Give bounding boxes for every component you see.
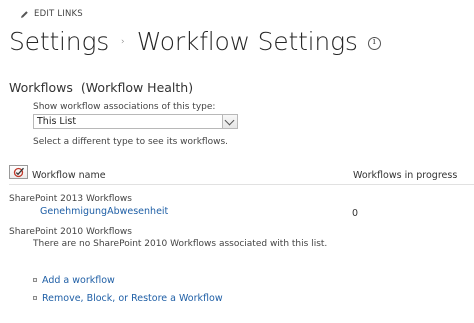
breadcrumb-settings-link[interactable]: Settings — [9, 27, 109, 56]
column-header-workflow-name[interactable]: Workflow name — [32, 170, 106, 181]
group-heading-sharepoint-2013: SharePoint 2013 Workflows — [9, 194, 132, 204]
empty-workflows-message: There are no SharePoint 2010 Workflows a… — [33, 239, 328, 249]
add-workflow-link[interactable]: Add a workflow — [42, 275, 115, 286]
workflow-link[interactable]: GenehmigungAbwesenheit — [40, 206, 168, 217]
info-icon[interactable] — [367, 37, 381, 50]
section-subtitle-link[interactable]: (Workflow Health) — [81, 80, 193, 95]
section-title-text: Workflows — [9, 80, 73, 95]
association-select-value: This List — [37, 116, 77, 127]
pencil-icon — [20, 10, 28, 18]
remove-block-restore-action[interactable]: Remove, Block, or Restore a Workflow — [33, 293, 223, 304]
checkmark-icon — [13, 167, 24, 178]
breadcrumb-separator-icon: › — [121, 36, 125, 47]
workflows-in-progress-count: 0 — [352, 208, 359, 219]
breadcrumb: Settings › Workflow Settings — [9, 27, 381, 56]
association-select-label: Show workflow associations of this type: — [33, 102, 216, 112]
header-divider — [9, 184, 474, 185]
page-title: Workflow Settings — [136, 27, 358, 56]
association-type-select[interactable]: This List — [33, 114, 238, 129]
add-workflow-action[interactable]: Add a workflow — [33, 275, 115, 286]
group-heading-sharepoint-2010: SharePoint 2010 Workflows — [9, 227, 132, 237]
bullet-icon — [33, 277, 37, 282]
bullet-icon — [33, 295, 37, 300]
chevron-down-icon[interactable] — [222, 115, 237, 128]
edit-links-label: EDIT LINKS — [34, 9, 83, 19]
remove-block-restore-link[interactable]: Remove, Block, or Restore a Workflow — [42, 293, 223, 304]
column-header-workflows-in-progress[interactable]: Workflows in progress — [353, 170, 457, 181]
select-all-checkbox[interactable] — [9, 165, 28, 179]
section-title: Workflows (Workflow Health) — [9, 80, 193, 95]
association-select-help: Select a different type to see its workf… — [33, 137, 229, 147]
edit-links[interactable]: EDIT LINKS — [20, 9, 83, 19]
